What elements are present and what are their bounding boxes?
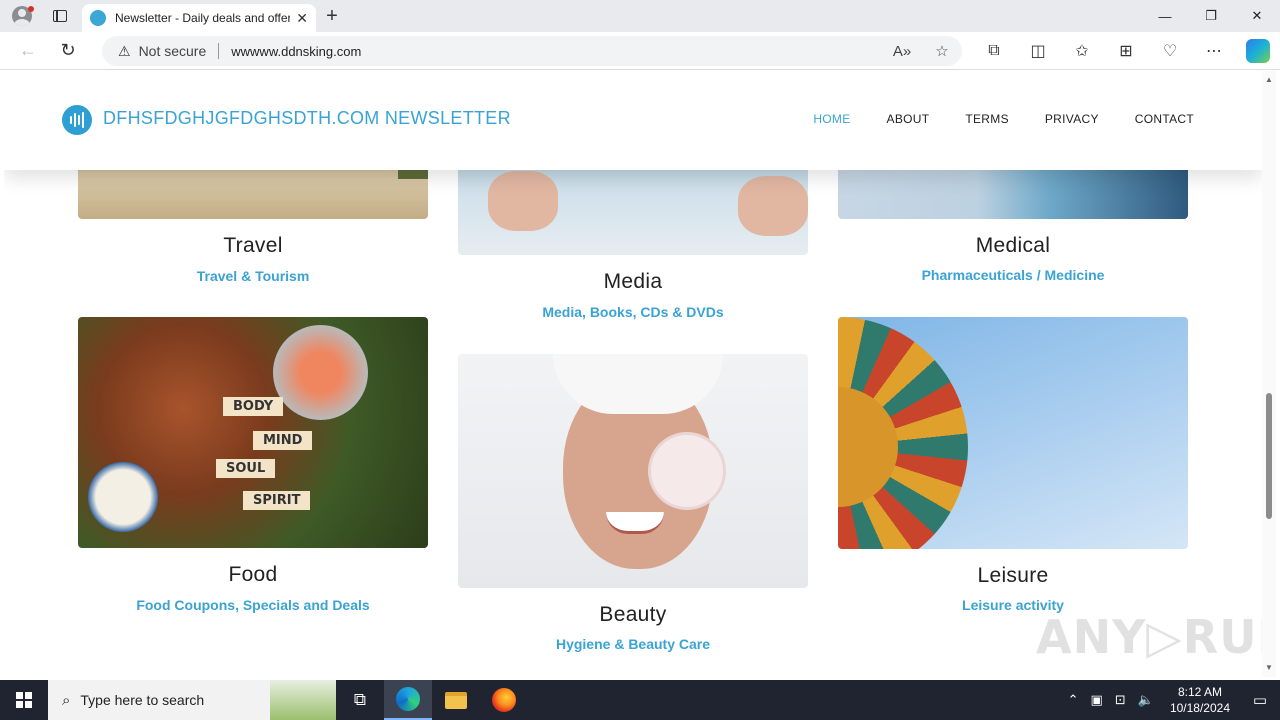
browser-tools: ⧉ ◫ ✩ ⊞ ♡ ⋯ xyxy=(972,32,1270,70)
search-highlight-image xyxy=(270,680,336,720)
windows-taskbar: ⌕ Type here to search ⧉ ⌃ ▣ ⊡ 🔈 8:12 AM … xyxy=(0,680,1280,720)
taskbar-edge[interactable] xyxy=(384,680,432,720)
firefox-icon xyxy=(492,688,516,712)
tab-title: Newsletter - Daily deals and offers xyxy=(115,11,291,25)
browser-tab-active[interactable]: Newsletter - Daily deals and offers ✕ xyxy=(82,4,316,32)
tab-actions-icon[interactable] xyxy=(44,0,76,32)
leisure-image[interactable] xyxy=(838,317,1188,549)
start-button[interactable] xyxy=(0,680,48,720)
system-tray: ⌃ ▣ ⊡ 🔈 8:12 AM 10/18/2024 ▭ xyxy=(1062,680,1280,720)
nav-about[interactable]: ABOUT xyxy=(887,112,930,126)
warning-icon: ⚠ xyxy=(118,42,131,59)
food-image[interactable]: BODY MIND SOUL SPIRIT xyxy=(78,317,428,548)
site-logo-text[interactable]: DFHSFDGHJGFDGHSDTH.COM NEWSLETTER xyxy=(103,108,511,129)
category-title-medical[interactable]: Medical xyxy=(838,234,1188,258)
volume-icon[interactable]: 🔈 xyxy=(1138,692,1154,708)
site-favicon-icon xyxy=(90,10,106,26)
back-button[interactable]: ← xyxy=(8,35,48,67)
taskbar-firefox[interactable] xyxy=(480,680,528,720)
browser-toolbar: ← ↻ ⚠ Not secure wwwww.ddnsking.com A» ☆… xyxy=(0,32,1280,70)
folder-icon xyxy=(445,691,467,709)
site-logo-icon[interactable] xyxy=(62,105,92,135)
page-scrollbar[interactable]: ▲ ▼ xyxy=(1262,71,1276,677)
notification-dot xyxy=(28,6,34,12)
extensions-icon[interactable]: ⧉ xyxy=(972,35,1016,67)
tab-close-icon[interactable]: ✕ xyxy=(296,10,308,27)
food-sign-spirit: SPIRIT xyxy=(243,491,311,510)
close-window-button[interactable]: ✕ xyxy=(1234,0,1280,32)
scroll-down-arrow-icon[interactable]: ▼ xyxy=(1262,661,1276,675)
clock-time: 8:12 AM xyxy=(1177,685,1222,699)
taskbar-clock[interactable]: 8:12 AM 10/18/2024 xyxy=(1170,684,1230,716)
split-screen-icon[interactable]: ◫ xyxy=(1016,35,1060,67)
profile-button[interactable] xyxy=(0,0,44,32)
search-icon: ⌕ xyxy=(62,691,71,709)
category-title-media[interactable]: Media xyxy=(458,270,808,294)
copilot-icon[interactable] xyxy=(1246,39,1270,63)
beauty-image[interactable] xyxy=(458,354,808,588)
settings-more-icon[interactable]: ⋯ xyxy=(1192,35,1236,67)
category-title-beauty[interactable]: Beauty xyxy=(458,603,808,627)
category-subtitle-medical[interactable]: Pharmaceuticals / Medicine xyxy=(838,267,1188,283)
favorite-star-icon[interactable]: ☆ xyxy=(922,42,962,60)
category-title-leisure[interactable]: Leisure xyxy=(838,564,1188,588)
minimize-button[interactable]: — xyxy=(1142,0,1188,32)
scrollbar-thumb[interactable] xyxy=(1266,393,1272,519)
category-subtitle-travel[interactable]: Travel & Tourism xyxy=(78,268,428,284)
category-subtitle-food[interactable]: Food Coupons, Specials and Deals xyxy=(78,597,428,613)
window-controls: — ❐ ✕ xyxy=(1142,0,1280,32)
food-sign-body: BODY xyxy=(223,397,284,416)
nav-privacy[interactable]: PRIVACY xyxy=(1045,112,1099,126)
page-viewport: DFHSFDGHJGFDGHSDTH.COM NEWSLETTER HOME A… xyxy=(4,71,1262,677)
address-bar[interactable]: ⚠ Not secure wwwww.ddnsking.com A» ☆ xyxy=(102,36,962,66)
taskbar-search-placeholder: Type here to search xyxy=(80,692,205,708)
show-hidden-icons-icon[interactable]: ⌃ xyxy=(1068,692,1079,708)
task-view-icon[interactable]: ⧉ xyxy=(336,680,384,720)
category-subtitle-beauty[interactable]: Hygiene & Beauty Care xyxy=(458,636,808,652)
security-status[interactable]: Not secure xyxy=(139,43,207,59)
food-sign-mind: MIND xyxy=(253,431,313,450)
browser-essentials-icon[interactable]: ♡ xyxy=(1148,35,1192,67)
browser-tab-bar: Newsletter - Daily deals and offers ✕ + … xyxy=(0,0,1280,32)
site-header: DFHSFDGHJGFDGHSDTH.COM NEWSLETTER HOME A… xyxy=(4,71,1262,170)
collections-icon[interactable]: ⊞ xyxy=(1104,35,1148,67)
network-icon[interactable]: ⊡ xyxy=(1115,692,1126,708)
food-sign-soul: SOUL xyxy=(216,459,276,478)
device-icon[interactable]: ▣ xyxy=(1091,692,1103,708)
scroll-up-arrow-icon[interactable]: ▲ xyxy=(1262,73,1276,87)
taskbar-file-explorer[interactable] xyxy=(432,680,480,720)
new-tab-button[interactable]: + xyxy=(316,0,348,32)
nav-terms[interactable]: TERMS xyxy=(965,112,1009,126)
url-text[interactable]: wwwww.ddnsking.com xyxy=(231,44,882,59)
taskbar-search[interactable]: ⌕ Type here to search xyxy=(48,680,336,720)
read-aloud-icon[interactable]: A» xyxy=(882,43,922,60)
nav-home[interactable]: HOME xyxy=(813,112,850,126)
category-subtitle-media[interactable]: Media, Books, CDs & DVDs xyxy=(458,304,808,320)
address-divider xyxy=(218,43,220,59)
category-title-travel[interactable]: Travel xyxy=(78,234,428,258)
site-nav: HOME ABOUT TERMS PRIVACY CONTACT xyxy=(777,112,1194,126)
favorites-icon[interactable]: ✩ xyxy=(1060,35,1104,67)
anyrun-watermark: ANY▷RUN xyxy=(1036,610,1262,664)
windows-logo-icon xyxy=(16,692,32,708)
edge-icon xyxy=(396,687,420,711)
category-title-food[interactable]: Food xyxy=(78,563,428,587)
nav-contact[interactable]: CONTACT xyxy=(1135,112,1194,126)
clock-date: 10/18/2024 xyxy=(1169,701,1230,715)
refresh-button[interactable]: ↻ xyxy=(48,35,88,67)
restore-button[interactable]: ❐ xyxy=(1188,0,1234,32)
notification-center-icon[interactable]: ▭ xyxy=(1240,680,1280,720)
